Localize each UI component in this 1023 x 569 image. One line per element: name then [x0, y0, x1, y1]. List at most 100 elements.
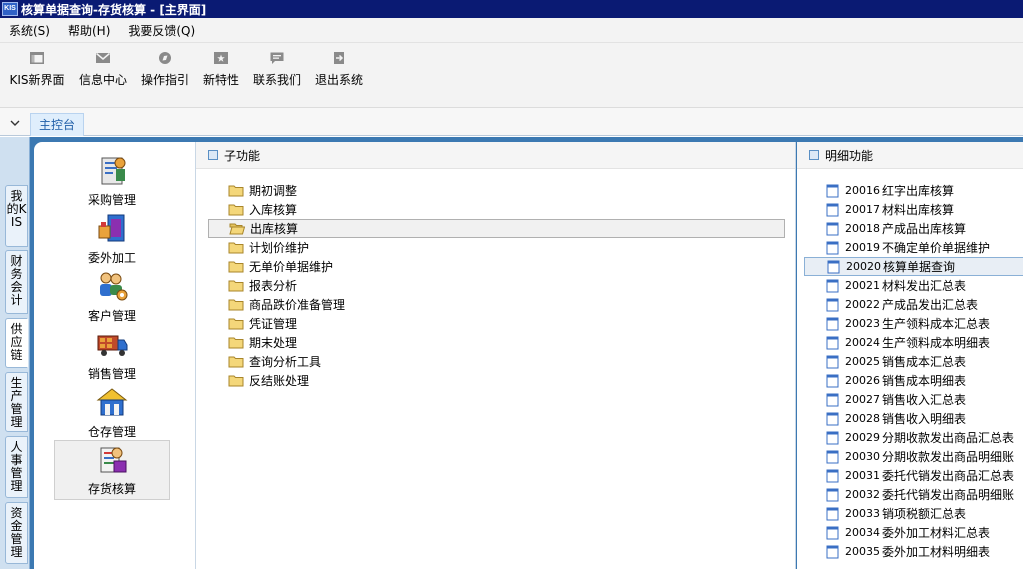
detail-item[interactable]: 20018 产成品出库核算 [804, 219, 1023, 238]
document-icon [826, 203, 839, 216]
detail-item[interactable]: 20035 委外加工材料明细表 [804, 542, 1023, 561]
window-title: 核算单据查询-存货核算 - [主界面] [21, 2, 207, 17]
workspace: 我的KIS 财务会计 供应链 生产管理 人事管理 资金管理 采购管理 委外加工 [0, 137, 1023, 569]
side-tab-finance[interactable]: 财务会计 [5, 250, 28, 314]
sub-item-query-tools[interactable]: 查询分析工具 [208, 352, 785, 371]
purchase-icon [101, 157, 126, 185]
document-icon [826, 374, 839, 387]
detail-function-title: 明细功能 [825, 148, 874, 163]
kis-logo-icon: KIS [2, 2, 18, 16]
detail-item[interactable]: 20033 销项税额汇总表 [804, 504, 1023, 523]
sub-item-reverse-closing[interactable]: 反结账处理 [208, 371, 785, 390]
document-icon [826, 469, 839, 482]
side-tab-production[interactable]: 生产管理 [5, 372, 28, 432]
detail-function-header: 明细功能 [797, 142, 1023, 169]
inventory-accounting-icon [100, 447, 127, 473]
warehouse-icon [96, 388, 128, 416]
module-warehouse[interactable]: 仓存管理 [54, 386, 170, 444]
document-icon [826, 317, 839, 330]
kis-new-ui-button[interactable]: KIS新界面 [6, 51, 68, 89]
sub-item-no-price-doc-maintenance[interactable]: 无单价单据维护 [208, 257, 785, 276]
folder-icon [228, 204, 244, 216]
new-features-button[interactable]: 新特性 [200, 51, 242, 89]
sub-item-report-analysis[interactable]: 报表分析 [208, 276, 785, 295]
folder-icon [228, 261, 244, 273]
detail-item[interactable]: 20030 分期收款发出商品明细账 [804, 447, 1023, 466]
mail-icon [96, 52, 110, 63]
detail-item[interactable]: 20017 材料出库核算 [804, 200, 1023, 219]
document-icon [826, 184, 839, 197]
folder-icon [228, 280, 244, 292]
sub-item-plan-price-maintenance[interactable]: 计划价维护 [208, 238, 785, 257]
side-tab-hr[interactable]: 人事管理 [5, 436, 28, 498]
title-bar: KIS 核算单据查询-存货核算 - [主界面] [0, 0, 1023, 18]
contact-us-button[interactable]: 联系我们 [250, 51, 304, 89]
detail-item[interactable]: 20021 材料发出汇总表 [804, 276, 1023, 295]
side-tab-my-kis[interactable]: 我的KIS [5, 185, 28, 247]
menu-bar: 系统(S) 帮助(H) 我要反馈(Q) [0, 18, 1023, 42]
sub-function-title: 子功能 [224, 148, 261, 163]
module-sales[interactable]: 销售管理 [54, 328, 170, 386]
folder-icon [228, 318, 244, 330]
document-icon [826, 488, 839, 501]
detail-item[interactable]: 20022 产成品发出汇总表 [804, 295, 1023, 314]
sub-item-opening-adjustment[interactable]: 期初调整 [208, 181, 785, 200]
operation-guide-button[interactable]: 操作指引 [138, 51, 192, 89]
tab-main-console[interactable]: 主控台 [30, 113, 85, 136]
document-icon [826, 279, 839, 292]
square-bullet-icon [809, 150, 819, 160]
customer-icon [100, 272, 128, 301]
document-icon [826, 355, 839, 368]
detail-item[interactable]: 20025 销售成本汇总表 [804, 352, 1023, 371]
chat-icon [270, 52, 284, 64]
folder-icon [228, 375, 244, 387]
sub-item-price-drop-reserve[interactable]: 商品跌价准备管理 [208, 295, 785, 314]
sub-item-outbound-accounting[interactable]: 出库核算 [208, 219, 785, 238]
toolbar: KIS新界面 信息中心 操作指引 新特性 联系我们 退出系统 [0, 42, 1023, 108]
detail-item[interactable]: 20026 销售成本明细表 [804, 371, 1023, 390]
document-icon [826, 431, 839, 444]
menu-help[interactable]: 帮助(H) [59, 22, 119, 39]
document-icon [826, 298, 839, 311]
detail-item-selected[interactable]: 20020 核算单据查询 [804, 257, 1023, 276]
square-bullet-icon [208, 150, 218, 160]
folder-icon [228, 337, 244, 349]
module-customer[interactable]: 客户管理 [54, 270, 170, 328]
document-icon [826, 545, 839, 558]
side-tab-supply-chain[interactable]: 供应链 [5, 318, 28, 368]
module-inventory-accounting[interactable]: 存货核算 [54, 440, 170, 500]
detail-item[interactable]: 20032 委托代销发出商品明细账 [804, 485, 1023, 504]
document-icon [826, 222, 839, 235]
sub-item-inbound-accounting[interactable]: 入库核算 [208, 200, 785, 219]
detail-item[interactable]: 20029 分期收款发出商品汇总表 [804, 428, 1023, 447]
chevron-down-icon[interactable] [8, 116, 22, 130]
module-outsource[interactable]: 委外加工 [54, 212, 170, 270]
detail-item[interactable]: 20019 不确定单价单据维护 [804, 238, 1023, 257]
module-purchase[interactable]: 采购管理 [54, 154, 170, 212]
tab-strip: 主控台 [0, 108, 1023, 136]
sub-item-voucher-management[interactable]: 凭证管理 [208, 314, 785, 333]
document-icon [826, 507, 839, 520]
new-ui-icon [30, 52, 44, 64]
detail-item[interactable]: 20034 委外加工材料汇总表 [804, 523, 1023, 542]
document-icon [826, 526, 839, 539]
exit-system-button[interactable]: 退出系统 [312, 51, 366, 89]
detail-item[interactable]: 20028 销售收入明细表 [804, 409, 1023, 428]
document-icon [826, 393, 839, 406]
info-center-button[interactable]: 信息中心 [76, 51, 130, 89]
sub-item-period-end[interactable]: 期末处理 [208, 333, 785, 352]
detail-function-panel: 明细功能 20016 红字出库核算 20017 材料出库核算 20018 产成品出库核… [797, 142, 1023, 569]
detail-item[interactable]: 20031 委托代销发出商品汇总表 [804, 466, 1023, 485]
side-tab-funds[interactable]: 资金管理 [5, 502, 28, 564]
detail-item[interactable]: 20023 生产领料成本汇总表 [804, 314, 1023, 333]
sub-function-header: 子功能 [196, 142, 795, 169]
folder-icon [228, 356, 244, 368]
detail-item[interactable]: 20016 红字出库核算 [804, 181, 1023, 200]
detail-item[interactable]: 20024 生产领料成本明细表 [804, 333, 1023, 352]
module-panel: 采购管理 委外加工 客户管理 销售管理 仓存管理 存货核算 [34, 142, 196, 569]
detail-item[interactable]: 20027 销售收入汇总表 [804, 390, 1023, 409]
document-icon [826, 412, 839, 425]
folder-icon [228, 242, 244, 254]
menu-system[interactable]: 系统(S) [0, 22, 59, 39]
menu-feedback[interactable]: 我要反馈(Q) [119, 22, 204, 39]
